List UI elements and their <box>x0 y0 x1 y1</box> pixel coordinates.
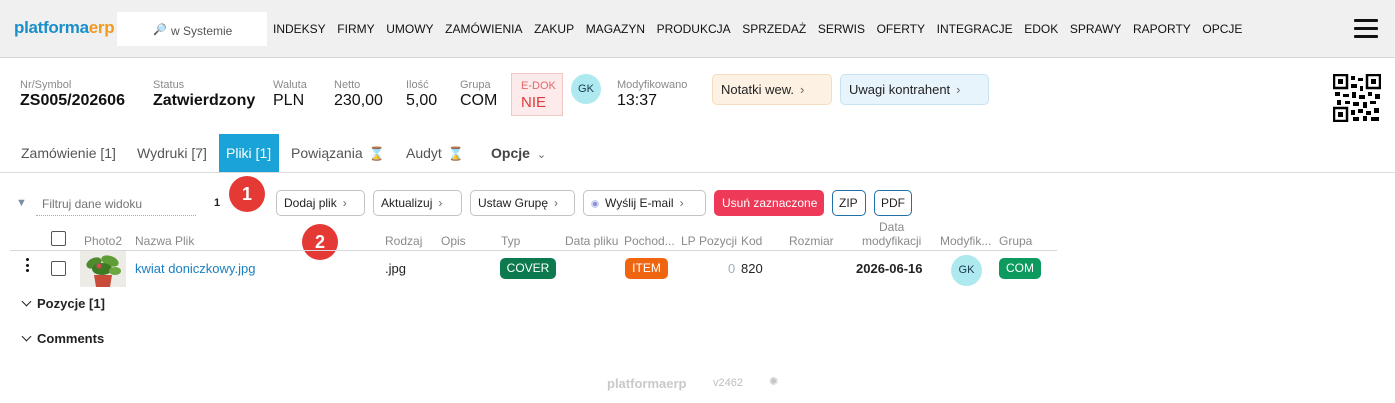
internal-notes-button[interactable]: Notatki wew. › <box>712 74 832 105</box>
column-header-origin[interactable]: Pochod... <box>624 234 675 248</box>
chevron-right-icon: › <box>799 82 805 97</box>
edok-status-box: E-DOK NIE <box>511 73 563 116</box>
tab-powiazania[interactable]: Powiązania ⌛ <box>284 134 392 172</box>
section-pozycje[interactable]: Pozycje [1] <box>20 296 105 311</box>
column-header-mod-date-line2[interactable]: modyfikacji <box>862 234 921 248</box>
select-all-checkbox[interactable] <box>51 231 66 246</box>
qr-code-icon[interactable] <box>1333 74 1381 122</box>
tab-zamowienie[interactable]: Zamówienie [1] <box>14 134 123 172</box>
column-header-description[interactable]: Opis <box>441 234 466 248</box>
nav-item-zakup[interactable]: ZAKUP <box>534 22 574 36</box>
chevron-right-icon: › <box>438 196 443 210</box>
field-status: Status Zatwierdzony <box>153 79 256 109</box>
hourglass-icon: ⌛ <box>447 146 464 161</box>
nav-item-sprzedaz[interactable]: SPRZEDAŻ <box>742 22 806 36</box>
field-waluta: Waluta PLN <box>273 79 307 109</box>
section-comments[interactable]: Comments <box>20 331 104 346</box>
chevron-down-icon <box>21 331 32 342</box>
chevron-right-icon: › <box>342 196 347 210</box>
refresh-button[interactable]: Aktualizuj › <box>373 190 462 216</box>
modification-date: 2026-06-16 <box>856 261 923 276</box>
nav-item-firmy[interactable]: FIRMY <box>337 22 374 36</box>
delete-selected-button[interactable]: Usuń zaznaczone <box>714 190 824 216</box>
column-header-file-date[interactable]: Data pliku <box>565 234 618 248</box>
add-file-button[interactable]: Dodaj plik › <box>276 190 365 216</box>
column-header-size[interactable]: Rozmiar <box>789 234 834 248</box>
pdf-button[interactable]: PDF <box>874 190 912 216</box>
column-header-position[interactable]: Pozycji <box>699 234 737 248</box>
filter-input[interactable] <box>36 192 196 216</box>
file-extension: .jpg <box>385 261 406 276</box>
record-count: 1 <box>214 197 221 209</box>
tab-bar: Zamówienie [1] Wydruki [7] Pliki [1] Pow… <box>0 134 1395 173</box>
avatar: GK <box>951 255 982 286</box>
hamburger-menu-icon[interactable] <box>1354 19 1378 43</box>
file-type-badge: COVER <box>500 258 556 279</box>
group-badge: COM <box>999 258 1041 279</box>
chevron-down-icon: ⌄ <box>536 149 547 161</box>
top-navigation-bar: platformaerp 🔎 w Systemie INDEKSY FIRMY … <box>0 0 1395 58</box>
tab-audyt[interactable]: Audyt ⌛ <box>399 134 471 172</box>
column-header-code[interactable]: Kod <box>741 234 762 248</box>
field-nr-symbol: Nr/Symbol ZS005/202606 <box>20 79 125 109</box>
nav-item-magazyn[interactable]: MAGAZYN <box>586 22 645 36</box>
nav-item-opcje[interactable]: OPCJE <box>1202 22 1242 36</box>
chevron-right-icon: › <box>554 196 559 210</box>
nav-item-zamowienia[interactable]: ZAMÓWIENIA <box>445 22 522 36</box>
hourglass-icon: ⌛ <box>368 146 385 161</box>
annotation-badge-1: 1 <box>229 176 265 212</box>
code-value: 820 <box>741 261 763 276</box>
table-header-divider <box>10 250 1057 251</box>
set-group-button[interactable]: Ustaw Grupę › <box>470 190 575 216</box>
bug-report-icon[interactable]: ✺ <box>769 375 778 388</box>
nav-item-produkcja[interactable]: PRODUKCJA <box>657 22 731 36</box>
column-header-photo[interactable]: Photo2 <box>84 234 122 248</box>
file-thumbnail[interactable] <box>80 251 126 287</box>
tab-wydruki[interactable]: Wydruki [7] <box>130 134 214 172</box>
footer-logo: platformaerp <box>607 376 687 391</box>
column-header-modifier[interactable]: Modyfik... <box>940 234 991 248</box>
column-header-type[interactable]: Rodzaj <box>385 234 422 248</box>
search-placeholder: w Systemie <box>171 24 233 38</box>
app-logo[interactable]: platformaerp <box>14 18 115 38</box>
chevron-down-icon <box>21 296 32 307</box>
nav-item-sprawy[interactable]: SPRAWY <box>1070 22 1122 36</box>
chevron-right-icon: › <box>679 196 684 210</box>
row-actions-icon[interactable] <box>26 258 30 275</box>
nav-item-umowy[interactable]: UMOWY <box>386 22 433 36</box>
field-modified: Modyfikowano 13:37 <box>617 79 688 109</box>
chevron-right-icon: › <box>956 82 961 97</box>
column-header-name[interactable]: Nazwa Plik <box>135 234 194 248</box>
search-icon: 🔎 <box>153 24 167 36</box>
column-header-lp[interactable]: LP <box>681 234 696 248</box>
send-email-button[interactable]: Wyślij E-mail › <box>583 190 706 216</box>
field-ilosc: Ilość 5,00 <box>406 79 438 109</box>
tab-pliki[interactable]: Pliki [1] <box>219 134 279 172</box>
version-label: v2462 <box>713 377 743 389</box>
field-grupa: Grupa COM <box>460 79 498 109</box>
main-menu: INDEKSY FIRMY UMOWY ZAMÓWIENIA ZAKUP MAG… <box>273 22 1254 36</box>
tab-opcje[interactable]: Opcje ⌄ <box>484 134 553 172</box>
nav-item-raporty[interactable]: RAPORTY <box>1133 22 1191 36</box>
file-name-link[interactable]: kwiat doniczkowy.jpg <box>135 261 255 276</box>
field-netto: Netto 230,00 <box>334 79 383 109</box>
annotation-badge-2: 2 <box>302 224 338 260</box>
nav-item-serwis[interactable]: SERWIS <box>818 22 865 36</box>
contractor-remarks-button[interactable]: Uwagi kontrahent › <box>840 74 989 105</box>
filter-icon: ▼ <box>16 197 27 209</box>
row-checkbox[interactable] <box>51 261 66 276</box>
global-search-input[interactable]: 🔎 w Systemie <box>117 12 267 46</box>
email-status-icon <box>591 200 599 208</box>
zip-button[interactable]: ZIP <box>832 190 866 216</box>
column-header-group[interactable]: Grupa <box>999 234 1032 248</box>
origin-badge: ITEM <box>625 258 668 279</box>
avatar: GK <box>571 74 601 104</box>
position-value: 0 <box>728 261 736 276</box>
nav-item-edok[interactable]: EDOK <box>1024 22 1058 36</box>
nav-item-indeksy[interactable]: INDEKSY <box>273 22 326 36</box>
column-header-mod-date-line1[interactable]: Data <box>879 220 904 234</box>
nav-item-oferty[interactable]: OFERTY <box>877 22 925 36</box>
column-header-typ[interactable]: Typ <box>501 234 520 248</box>
nav-item-integracje[interactable]: INTEGRACJE <box>937 22 1013 36</box>
